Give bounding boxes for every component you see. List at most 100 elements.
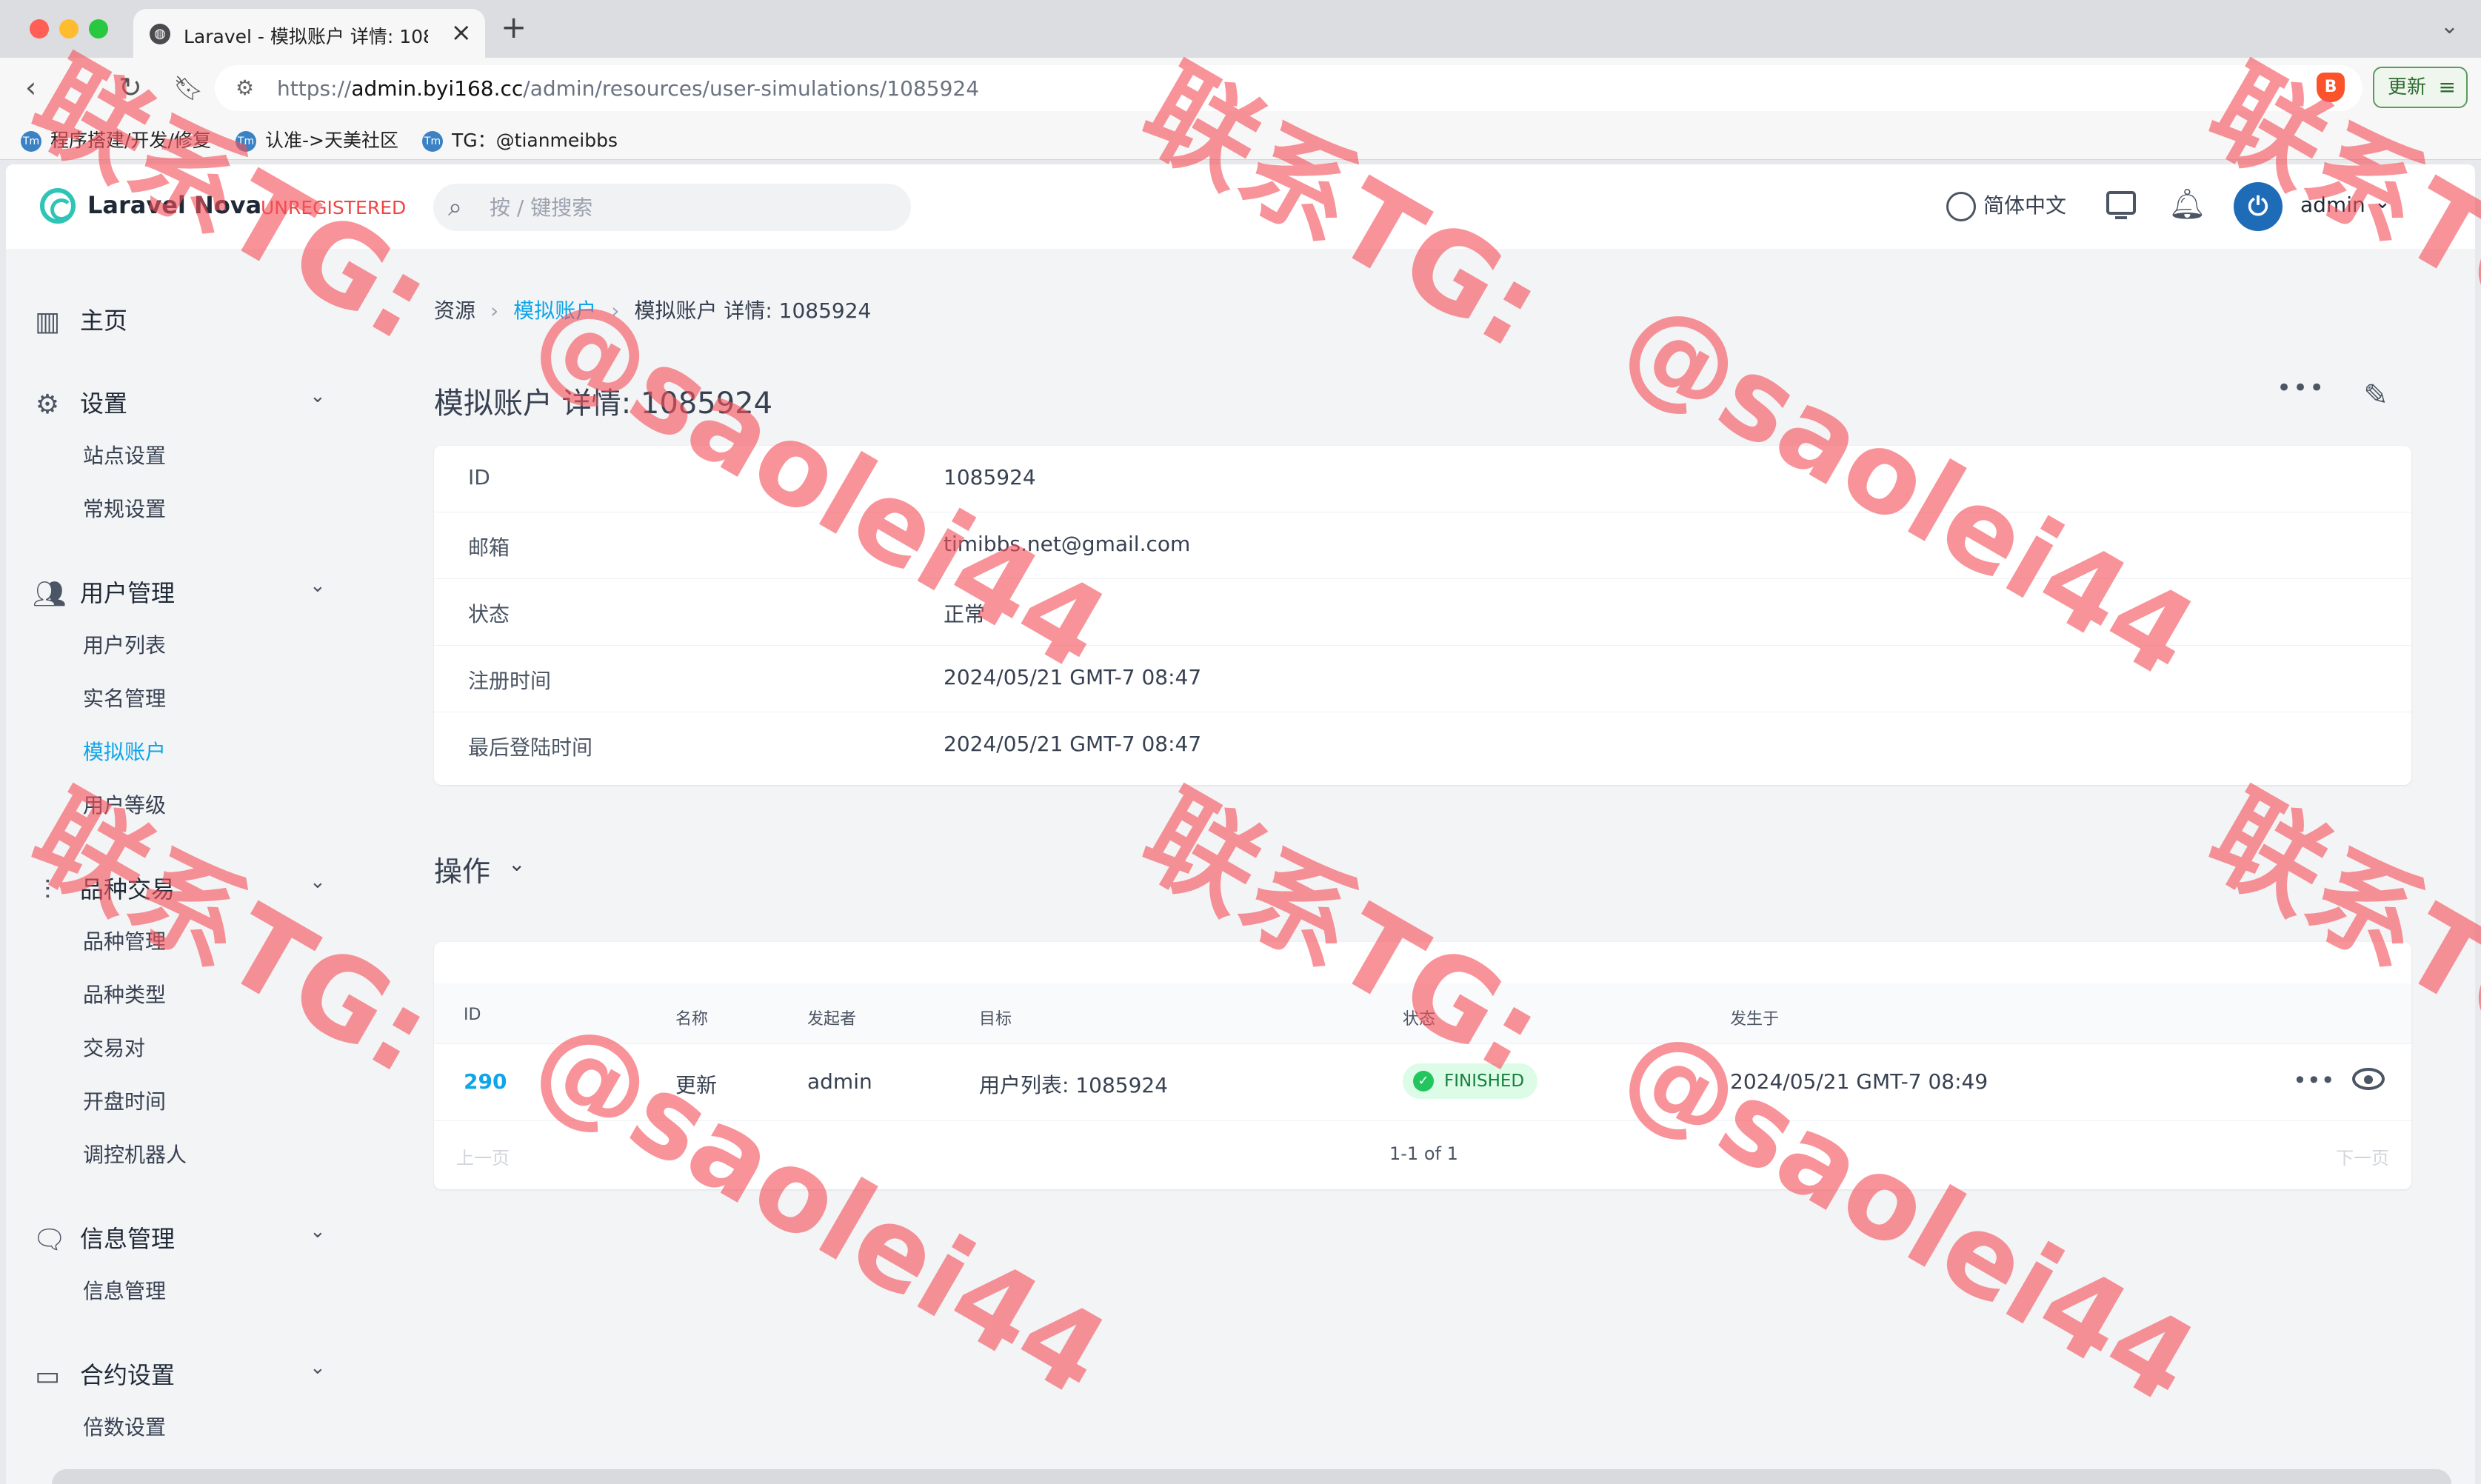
action-target: 用户列表: 1085924 [979,1073,1169,1097]
action-initiator: admin [807,1069,872,1094]
url-text[interactable]: https://admin.byi168.cc/admin/resources/… [277,76,979,101]
breadcrumb-parent-link[interactable]: 模拟账户 [513,298,596,323]
globe-icon [1946,192,1976,221]
pagination-info: 1-1 of 1 [1389,1143,1458,1164]
detail-row: 邮箱 timibbs.net@gmail.com [434,512,2411,579]
more-actions-icon[interactable]: ••• [2293,1066,2335,1094]
column-header[interactable]: 状态 [1403,1006,1435,1029]
breadcrumb-current: 模拟账户 详情: 1085924 [634,298,872,323]
site-settings-icon[interactable]: ⚙ [236,76,254,100]
sidebar-item-leverage[interactable]: 倍数设置 [83,1411,166,1441]
browser-tab[interactable]: ◍ Laravel - 模拟账户 详情: 1085924 × [133,9,485,58]
detail-label: 注册时间 [468,669,552,693]
language-switcher[interactable]: 简体中文 [1946,190,2066,221]
sidebar-item-simulated-accounts[interactable]: 模拟账户 [83,736,166,766]
chevron-right-icon: › [611,298,620,323]
sidebar-item-general-settings[interactable]: 常规设置 [83,493,166,523]
chevron-down-icon[interactable]: ⌄ [310,871,326,893]
detail-row: ID 1085924 [434,446,2411,512]
action-id-link[interactable]: 290 [464,1069,507,1094]
chevron-down-icon[interactable]: ⌄ [310,575,326,597]
detail-label: 状态 [468,602,510,626]
sidebar-item-kyc[interactable]: 实名管理 [83,683,166,712]
tab-title: Laravel - 模拟账户 详情: 1085924 [184,26,428,47]
browser-toolbar: ‹ ↻ 🔖︎ ⚙ https://admin.byi168.cc/admin/r… [0,58,2481,118]
actions-section-title[interactable]: 操作 [434,849,490,889]
check-circle-icon: ✓ [1413,1071,1434,1092]
gear-icon: ⚙ [35,390,60,420]
reload-button[interactable]: ↻ [118,71,142,104]
avatar[interactable]: ⏻ [2234,182,2283,231]
minimize-window-button[interactable] [59,19,79,39]
sidebar-group-messages[interactable]: 🗨︎ 信息管理 [33,1220,175,1255]
column-header[interactable]: 发起者 [807,1006,856,1029]
users-icon: 👥︎ [33,579,67,609]
sidebar-item-product-types[interactable]: 品种类型 [83,979,166,1009]
detail-row: 注册时间 2024/05/21 GMT-7 08:47 [434,646,2411,712]
chevron-down-icon[interactable]: ⌄ [310,1357,326,1379]
sidebar-item-trading-pairs[interactable]: 交易对 [83,1032,145,1062]
search-input[interactable] [490,184,889,231]
brand-name[interactable]: Laravel Nova [87,191,261,219]
more-actions-icon[interactable]: ••• [2277,373,2325,403]
column-header[interactable]: ID [464,1006,481,1024]
detail-value: timibbs.net@gmail.com [944,532,1191,556]
chevron-down-icon[interactable]: ⌄ [310,1220,326,1243]
bell-icon[interactable]: 🔔︎ [2168,187,2206,221]
column-header[interactable]: 名称 [675,1006,708,1029]
chevron-down-icon[interactable]: ⌄ [508,852,525,876]
address-bar[interactable]: ⚙ https://admin.byi168.cc/admin/resource… [215,65,2363,111]
chat-icon: 🗨︎ [33,1225,67,1255]
sidebar-item-messages[interactable]: 信息管理 [83,1275,166,1305]
detail-label: 最后登陆时间 [468,735,593,760]
user-name[interactable]: admin [2300,193,2365,217]
pagination: 上一页 1-1 of 1 下一页 [434,1121,2411,1189]
close-window-button[interactable] [30,19,49,39]
eye-icon[interactable] [2352,1068,2385,1090]
bookmark-icon[interactable]: 🔖︎ [173,74,204,102]
global-search[interactable]: ⌕ [433,184,911,231]
previous-page-button[interactable]: 上一页 [456,1143,510,1169]
page-title: 模拟账户 详情: 1085924 [434,387,773,421]
update-button[interactable]: 更新 ≡ [2373,67,2468,108]
bookmark-item[interactable]: Tm 程序搭建/开发/修复 [21,126,211,153]
sidebar-group-settings[interactable]: ⚙ 设置 [33,385,127,420]
bookmark-favicon-icon: Tm [422,131,443,152]
sidebar-item-home[interactable]: ▥ 主页 [33,302,127,337]
sidebar-item-user-list[interactable]: 用户列表 [83,629,166,659]
sidebar-item-opening-hours[interactable]: 开盘时间 [83,1086,166,1115]
detail-value: 正常 [944,602,986,626]
app-header: Laravel Nova UNREGISTERED ⌕ 简体中文 🔔︎ ⏻ ad… [6,164,2475,249]
next-page-button[interactable]: 下一页 [2336,1143,2389,1169]
new-tab-button[interactable]: + [501,9,527,45]
back-button[interactable]: ‹ [25,71,36,104]
chevron-down-icon[interactable]: ⌄ [2440,13,2459,39]
zoom-window-button[interactable] [89,19,108,39]
column-header[interactable]: 目标 [979,1006,1012,1029]
bookmark-item[interactable]: Tm 认准->天美社区 [236,126,398,153]
sidebar-item-user-levels[interactable]: 用户等级 [83,789,166,819]
chevron-down-icon[interactable]: ⌄ [310,385,326,407]
monitor-icon[interactable] [2106,191,2136,219]
column-header[interactable]: 发生于 [1730,1006,1779,1029]
sidebar-item-site-settings[interactable]: 站点设置 [83,440,166,469]
sidebar-item-products[interactable]: 品种管理 [83,926,166,955]
sidebar-group-contracts[interactable]: ▭ 合约设置 [33,1357,175,1391]
sidebar-group-trading[interactable]: ⫶ 品种交易 [33,871,176,906]
chevron-down-icon[interactable]: ⌄ [2374,191,2391,213]
detail-label: ID [468,465,490,489]
chart-bar-icon: ▥ [34,307,60,337]
detail-value: 1085924 [944,465,1036,489]
close-tab-icon[interactable]: × [451,18,473,47]
unregistered-badge: UNREGISTERED [261,197,407,218]
sidebar-group-users[interactable]: 👥︎ 用户管理 [33,575,175,609]
detail-value: 2024/05/21 GMT-7 08:47 [944,732,1202,756]
status-badge: ✓ FINISHED [1403,1063,1538,1099]
bookmark-item[interactable]: Tm TG：@tianmeibbs [422,126,618,153]
bookmark-favicon-icon: Tm [21,131,41,152]
brave-shield-icon[interactable]: B [2317,73,2345,102]
sidebar-item-control-robot[interactable]: 调控机器人 [83,1139,187,1169]
edit-icon[interactable]: ✎ [2357,376,2395,415]
bottom-edge [52,1469,2451,1484]
presentation-icon: ▭ [34,1361,60,1391]
